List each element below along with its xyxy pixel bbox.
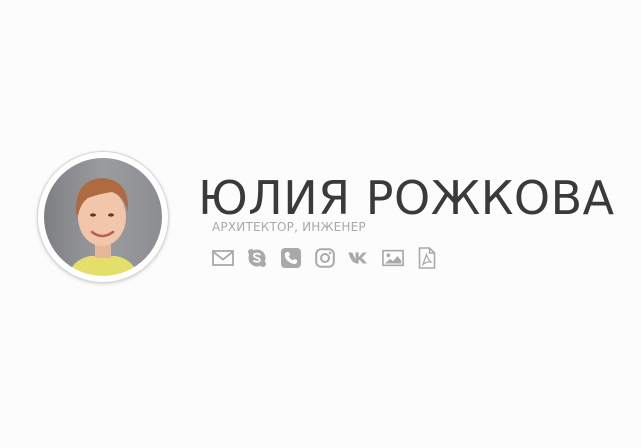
pdf-icon[interactable]	[416, 247, 438, 269]
skype-icon[interactable]	[246, 247, 268, 269]
instagram-icon[interactable]	[314, 247, 336, 269]
email-icon[interactable]	[212, 247, 234, 269]
profile-name: ЮЛИЯ РОЖКОВА	[198, 171, 615, 225]
profile-card: ЮЛИЯ РОЖКОВА АРХИТЕКТОР, ИНЖЕНЕР	[38, 152, 614, 284]
vk-icon[interactable]	[348, 247, 370, 269]
contact-icons	[212, 247, 450, 269]
gallery-icon[interactable]	[382, 247, 404, 269]
profile-title: АРХИТЕКТОР, ИНЖЕНЕР	[212, 220, 366, 234]
avatar-photo	[40, 154, 166, 280]
avatar	[38, 152, 168, 282]
phone-icon[interactable]	[280, 247, 302, 269]
